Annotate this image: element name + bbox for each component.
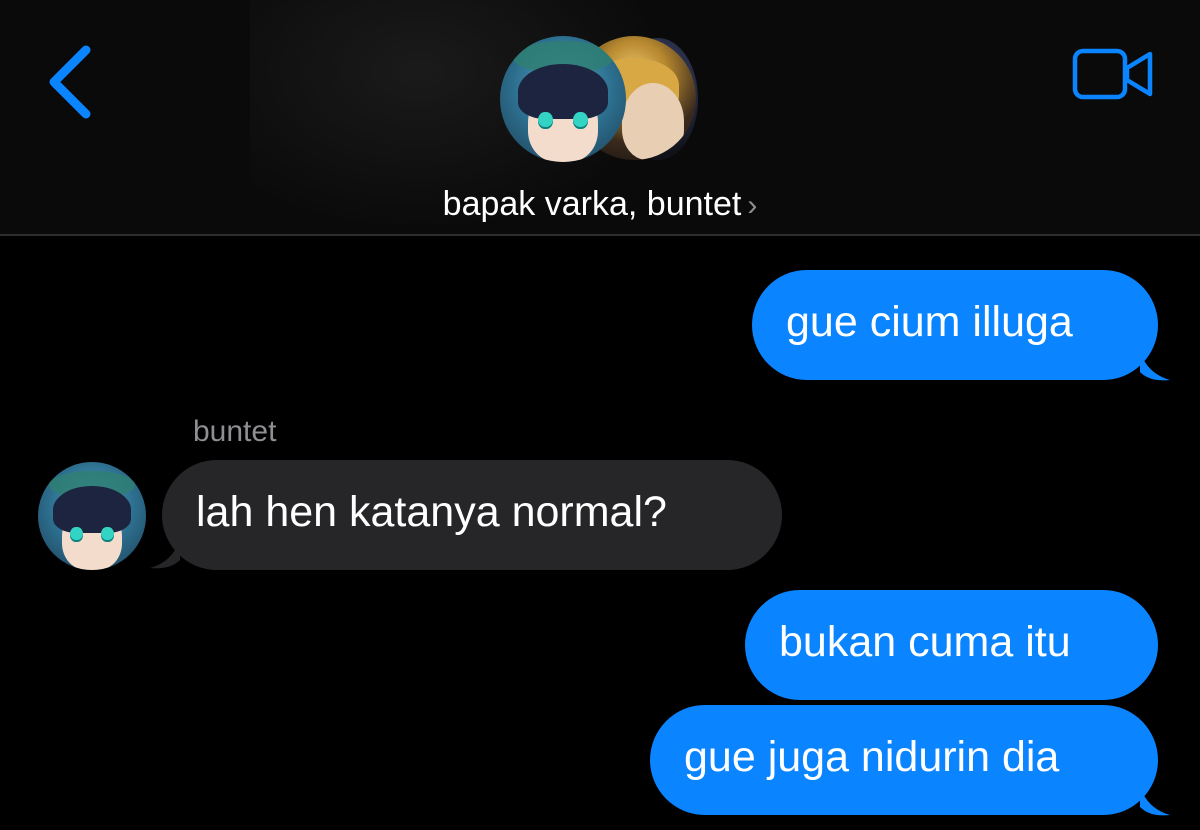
conversation-header: bapak varka, buntet ›: [0, 0, 1200, 236]
sender-name: buntet: [193, 415, 277, 448]
message-text: lah hen katanya normal?: [196, 488, 667, 536]
bubble-tail: [150, 540, 180, 569]
group-avatar-1: [500, 36, 626, 162]
message-bubble-outgoing[interactable]: bukan cuma itu: [745, 590, 1158, 700]
back-button[interactable]: [42, 42, 102, 122]
video-call-button[interactable]: [1072, 48, 1154, 100]
chevron-right-icon: ›: [747, 189, 758, 222]
conversation-title[interactable]: bapak varka, buntet ›: [0, 182, 1200, 228]
chevron-left-icon: [49, 45, 91, 119]
sender-avatar[interactable]: [38, 462, 146, 570]
bubble-tail: [1140, 787, 1170, 816]
message-bubble-outgoing[interactable]: gue juga nidurin dia: [650, 705, 1158, 815]
message-bubble-outgoing[interactable]: gue cium illuga: [752, 270, 1158, 380]
conversation-title-text: bapak varka, buntet: [442, 185, 742, 223]
message-text: gue juga nidurin dia: [684, 733, 1060, 781]
video-camera-icon: [1072, 48, 1153, 100]
message-text: gue cium illuga: [786, 298, 1073, 346]
message-text: bukan cuma itu: [779, 618, 1071, 666]
group-avatar-stack[interactable]: [500, 36, 700, 164]
bubble-tail: [1140, 352, 1170, 381]
message-bubble-incoming[interactable]: lah hen katanya normal?: [162, 460, 782, 570]
